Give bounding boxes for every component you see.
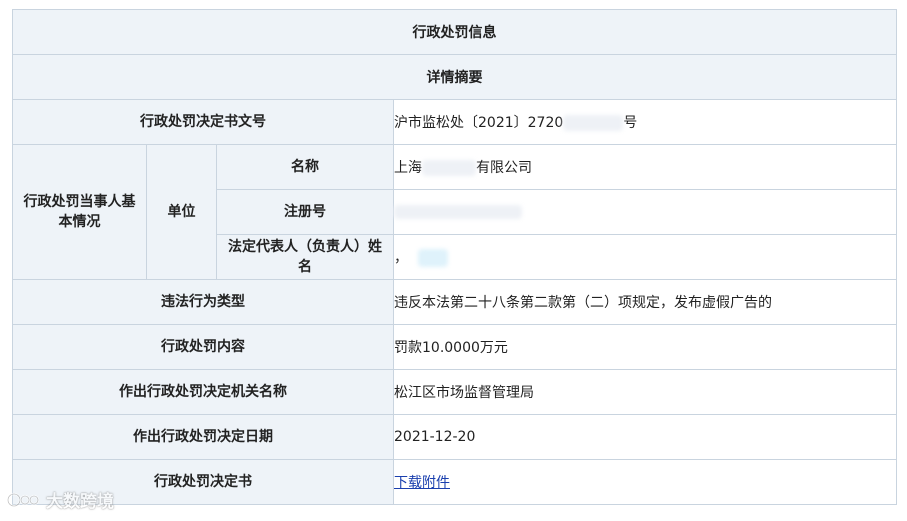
document-value: 下载附件 — [393, 459, 897, 505]
doc-no-value: 沪市监松处〔2021〕2720 号 — [393, 99, 897, 145]
violation-type-label: 违法行为类型 — [12, 279, 394, 325]
party-group-label: 行政处罚当事人基本情况 — [12, 144, 147, 280]
authority-label: 作出行政处罚决定机关名称 — [12, 369, 394, 415]
doc-no-suffix: 号 — [623, 115, 638, 131]
violation-type-row: 违法行为类型 违反本法第二十八条第二款第（二）项规定，发布虚假广告的 — [12, 279, 897, 325]
redaction-blur — [422, 160, 476, 176]
download-attachment-link[interactable]: 下载附件 — [394, 475, 450, 491]
authority-row: 作出行政处罚决定机关名称 松江区市场监督管理局 — [12, 369, 897, 415]
party-name-label: 名称 — [216, 144, 394, 190]
section-subtitle: 详情摘要 — [12, 54, 897, 100]
title-row: 行政处罚信息 — [12, 9, 897, 55]
violation-type-value: 违反本法第二十八条第二款第（二）项规定，发布虚假广告的 — [393, 279, 897, 325]
subtitle-row: 详情摘要 — [12, 54, 897, 100]
reg-no-value — [393, 189, 897, 235]
reg-no-label: 注册号 — [216, 189, 394, 235]
party-name-row: 行政处罚当事人基本情况 单位 名称 上海 有限公司 — [12, 144, 897, 280]
redaction-blur — [418, 249, 448, 267]
penalty-value: 罚款10.0000万元 — [393, 324, 897, 370]
date-value: 2021-12-20 — [393, 414, 897, 460]
watermark: 大数跨境 — [6, 487, 114, 512]
document-row: 行政处罚决定书 下载附件 — [12, 459, 897, 505]
date-label: 作出行政处罚决定日期 — [12, 414, 394, 460]
unit-label: 单位 — [146, 144, 217, 280]
redaction-blur — [394, 205, 522, 219]
party-name-value: 上海 有限公司 — [393, 144, 897, 190]
party-name-prefix: 上海 — [394, 160, 422, 176]
penalty-info-table: 行政处罚信息 详情摘要 行政处罚决定书文号 沪市监松处〔2021〕2720 号 行… — [12, 9, 897, 505]
legal-rep-label: 法定代表人（负责人）姓名 — [216, 234, 394, 280]
legal-rep-value: ， — [393, 234, 897, 280]
doc-no-label: 行政处罚决定书文号 — [12, 99, 394, 145]
authority-value: 松江区市场监督管理局 — [393, 369, 897, 415]
penalty-row: 行政处罚内容 罚款10.0000万元 — [12, 324, 897, 370]
penalty-label: 行政处罚内容 — [12, 324, 394, 370]
doc-no-row: 行政处罚决定书文号 沪市监松处〔2021〕2720 号 — [12, 99, 897, 145]
doc-no-prefix: 沪市监松处〔2021〕2720 — [394, 115, 564, 131]
watermark-text: 大数跨境 — [46, 492, 114, 512]
watermark-logo-icon — [6, 489, 42, 511]
legal-rep-prefix: ， — [394, 250, 408, 266]
party-name-suffix: 有限公司 — [476, 160, 532, 176]
date-row: 作出行政处罚决定日期 2021-12-20 — [12, 414, 897, 460]
redaction-blur — [563, 115, 624, 131]
page-title: 行政处罚信息 — [12, 9, 897, 55]
